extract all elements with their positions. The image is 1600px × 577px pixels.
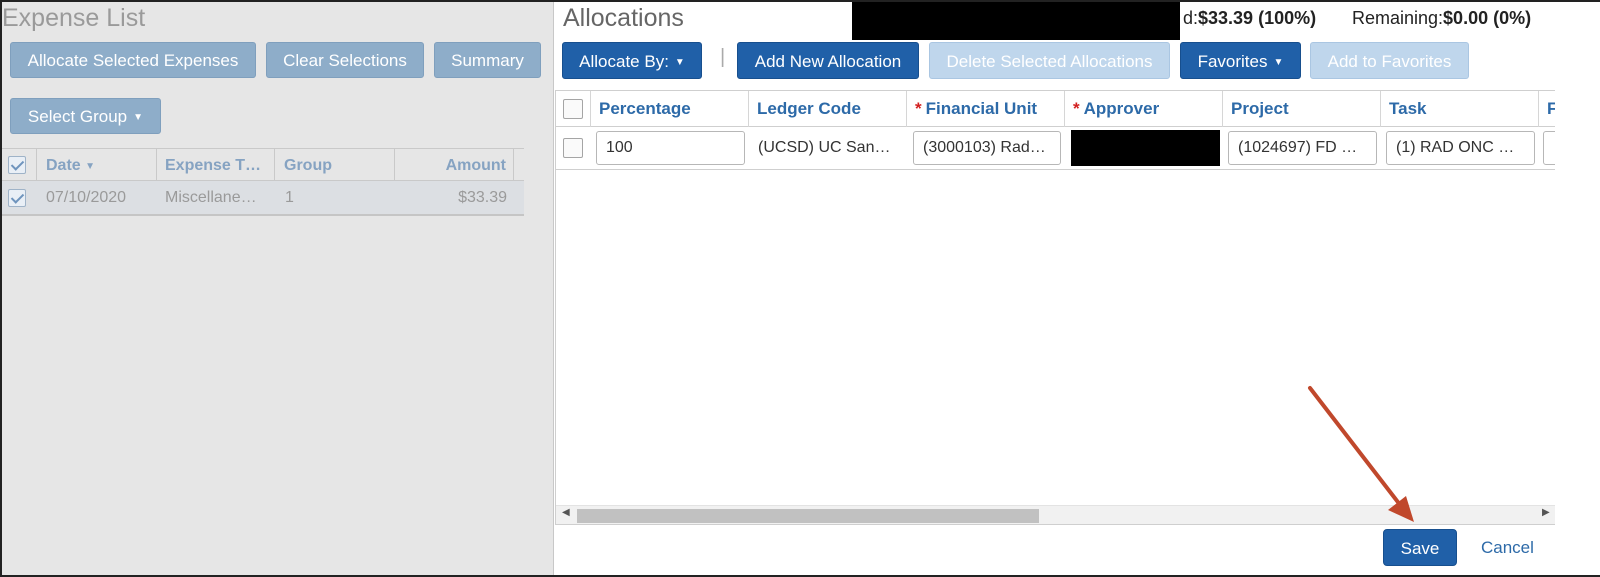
expense-table-header: Date ▼ Expense T… Group Amount xyxy=(2,148,524,181)
expense-list-panel: Expense List Allocate Selected Expenses … xyxy=(2,2,554,575)
summary-button[interactable]: Summary xyxy=(434,42,541,78)
next-field-truncated[interactable] xyxy=(1543,131,1555,165)
cancel-link[interactable]: Cancel xyxy=(1481,529,1534,566)
financial-unit-field[interactable]: (3000103) Rad… xyxy=(913,131,1061,165)
row-checkbox[interactable] xyxy=(563,138,583,158)
chevron-down-icon: ▼ xyxy=(1273,57,1284,68)
required-marker: * xyxy=(1073,99,1080,118)
column-date-label: Date xyxy=(46,157,81,174)
row-expense-type: Miscellane… xyxy=(165,189,257,206)
allocations-grid: Percentage Ledger Code * Financial Unit *… xyxy=(555,90,1555,525)
allocate-selected-expenses-button[interactable]: Allocate Selected Expenses xyxy=(10,42,256,78)
remaining-value: $0.00 (0%) xyxy=(1443,8,1532,28)
add-to-favorites-label: Add to Favorites xyxy=(1327,52,1452,71)
allocate-selected-label: Allocate Selected Expenses xyxy=(27,51,239,70)
project-field[interactable]: (1024697) FD … xyxy=(1228,131,1377,165)
remaining-total: Remaining:$0.00 (0%) xyxy=(1352,8,1531,29)
column-amount[interactable]: Amount xyxy=(395,149,514,180)
allocations-panel: Allocations d:$33.39 (100%) Remaining:$0… xyxy=(555,2,1600,575)
ledger-code-value: (UCSD) UC San… xyxy=(758,139,891,156)
column-approver-label: Approver xyxy=(1083,99,1160,118)
clear-selections-label: Clear Selections xyxy=(283,51,407,70)
table-row[interactable]: 07/10/2020 Miscellane… 1 $33.39 xyxy=(2,181,524,216)
column-approver[interactable]: * Approver xyxy=(1065,91,1223,127)
toolbar-separator: | xyxy=(720,46,726,68)
column-ledger-code[interactable]: Ledger Code xyxy=(749,91,907,127)
remaining-label: Remaining: xyxy=(1352,8,1444,28)
select-all-allocations-checkbox[interactable] xyxy=(563,99,583,119)
save-button[interactable]: Save xyxy=(1383,529,1457,566)
column-project[interactable]: Project xyxy=(1223,91,1381,127)
add-new-allocation-label: Add New Allocation xyxy=(754,52,902,71)
row-amount: $33.39 xyxy=(458,189,507,206)
column-financial-unit-label: Financial Unit xyxy=(925,99,1038,118)
allocated-label: d: xyxy=(1183,8,1199,28)
approver-redacted-field[interactable] xyxy=(1071,130,1220,166)
column-percentage[interactable]: Percentage xyxy=(591,91,749,127)
favorites-button[interactable]: Favorites ▼ xyxy=(1180,42,1301,79)
percentage-input[interactable]: 100 xyxy=(596,131,745,165)
sort-descending-icon: ▼ xyxy=(85,161,96,172)
add-new-allocation-button[interactable]: Add New Allocation xyxy=(737,42,919,79)
select-all-cell xyxy=(2,149,37,180)
expense-table: Date ▼ Expense T… Group Amount 07/10/202… xyxy=(2,148,524,216)
select-all-cell xyxy=(556,91,591,127)
table-row: 100 (UCSD) UC San… (3000103) Rad… (10246… xyxy=(556,128,1555,170)
add-to-favorites-button[interactable]: Add to Favorites xyxy=(1310,42,1469,79)
allocate-by-label: Allocate By: xyxy=(579,52,669,71)
row-date: 07/10/2020 xyxy=(46,189,127,206)
select-group-label: Select Group xyxy=(27,107,128,126)
expense-list-title: Expense List xyxy=(2,4,146,32)
row-group: 1 xyxy=(285,189,294,206)
scroll-left-icon[interactable]: ◀ xyxy=(562,507,570,518)
chevron-down-icon: ▼ xyxy=(133,112,144,123)
redacted-area xyxy=(852,2,1180,40)
allocations-grid-header: Percentage Ledger Code * Financial Unit *… xyxy=(556,91,1555,127)
required-marker: * xyxy=(915,99,922,118)
select-all-checkbox[interactable] xyxy=(8,156,26,174)
scrollbar-thumb[interactable] xyxy=(577,509,1039,523)
select-group-button[interactable]: Select Group ▼ xyxy=(10,98,161,134)
task-field[interactable]: (1) RAD ONC … xyxy=(1386,131,1535,165)
allocated-total: d:$33.39 (100%) xyxy=(1183,8,1316,29)
scroll-right-icon[interactable]: ▶ xyxy=(1542,507,1550,518)
row-checkbox[interactable] xyxy=(8,189,26,207)
horizontal-scrollbar[interactable]: ◀ ▶ xyxy=(556,505,1555,524)
allocated-value: $33.39 (100%) xyxy=(1198,8,1317,28)
summary-label: Summary xyxy=(451,51,524,70)
clear-selections-button[interactable]: Clear Selections xyxy=(266,42,424,78)
delete-selected-allocations-button[interactable]: Delete Selected Allocations xyxy=(929,42,1170,79)
column-group[interactable]: Group xyxy=(275,149,395,180)
column-date[interactable]: Date ▼ xyxy=(38,149,157,180)
delete-selected-label: Delete Selected Allocations xyxy=(946,52,1153,71)
column-next-truncated[interactable]: F xyxy=(1539,91,1555,127)
allocate-by-button[interactable]: Allocate By: ▼ xyxy=(562,42,702,79)
column-financial-unit[interactable]: * Financial Unit xyxy=(907,91,1065,127)
column-expense-type[interactable]: Expense T… xyxy=(157,149,275,180)
allocations-title: Allocations xyxy=(563,4,684,32)
chevron-down-icon: ▼ xyxy=(674,57,685,68)
favorites-label: Favorites xyxy=(1197,52,1268,71)
column-task[interactable]: Task xyxy=(1381,91,1539,127)
